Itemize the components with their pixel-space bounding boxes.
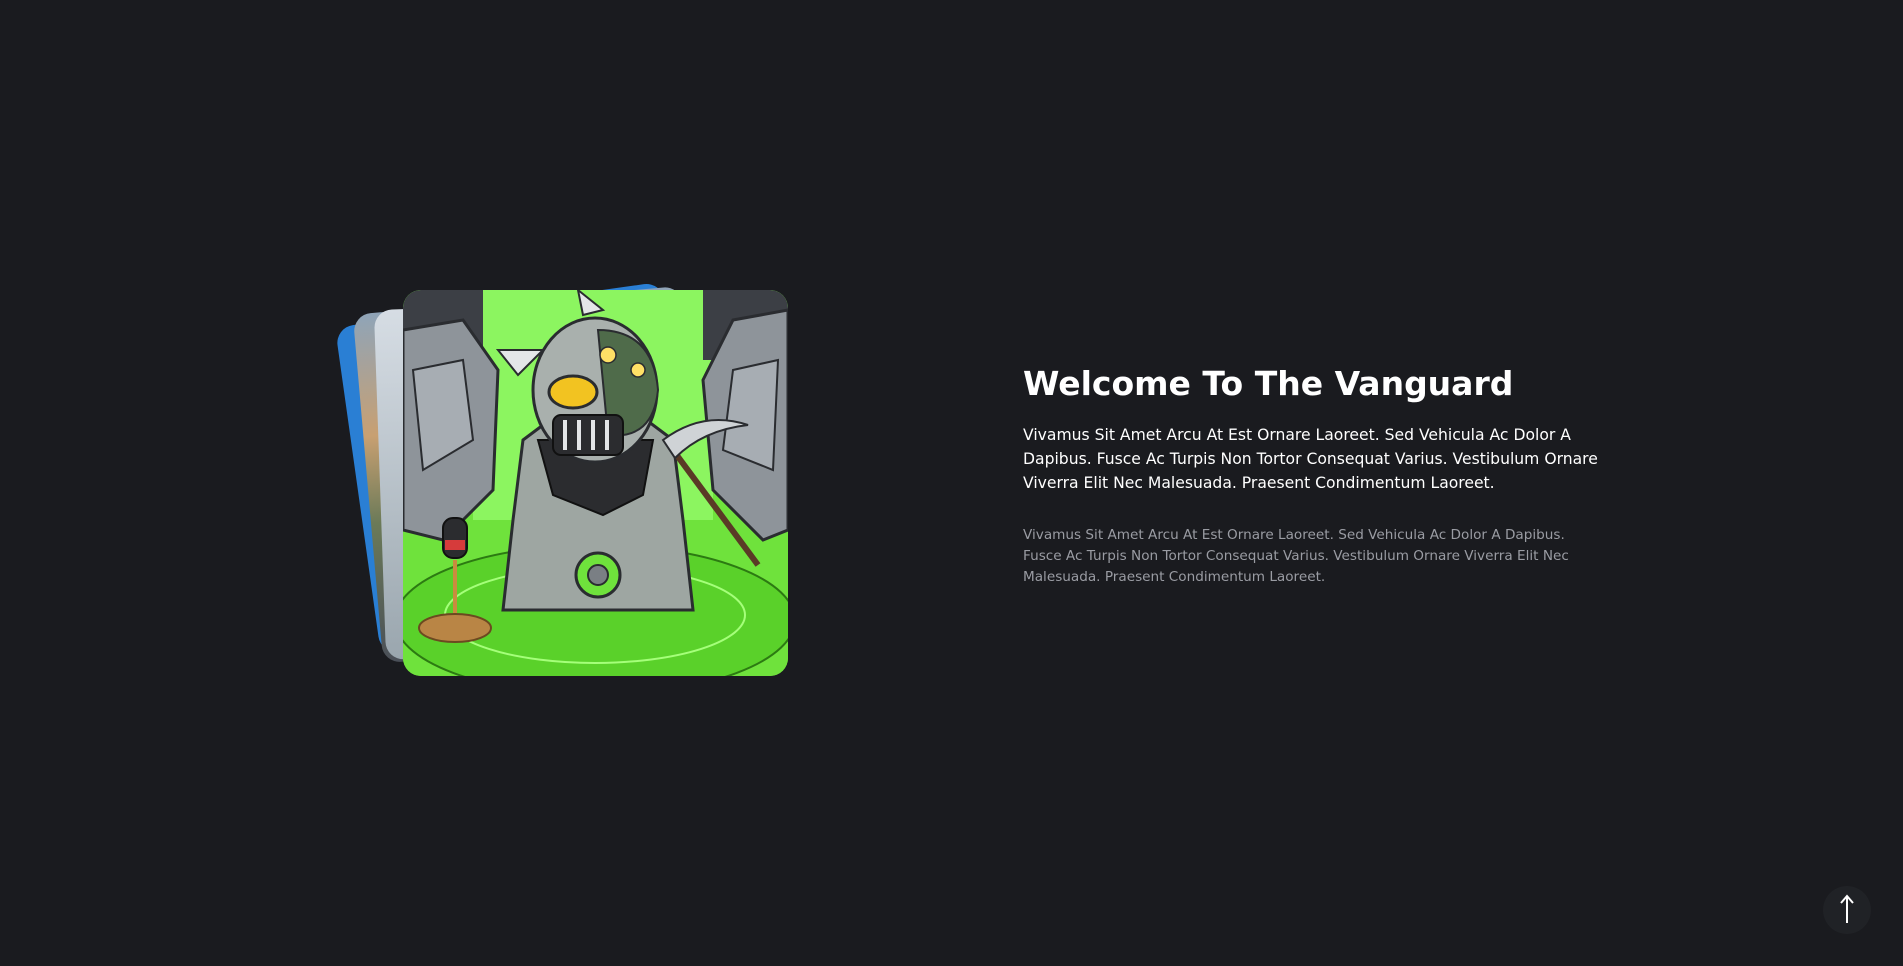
nft-card-stack[interactable] [335,280,820,700]
hero-content: Welcome To The Vanguard Vivamus Sit Amet… [1023,358,1613,588]
arrow-up-icon [1840,893,1854,927]
hero-body-paragraph: Vivamus Sit Amet Arcu At Est Ornare Laor… [1023,527,1569,585]
nft-card-front[interactable] [403,290,788,676]
page: Welcome To The Vanguard Vivamus Sit Amet… [0,0,1903,966]
hero-title: Welcome To The Vanguard [1023,364,1514,403]
hero-lead-paragraph: Vivamus Sit Amet Arcu At Est Ornare Laor… [1023,426,1598,492]
vanguard-character-artwork [403,290,788,676]
scroll-to-top-button[interactable] [1823,886,1871,934]
